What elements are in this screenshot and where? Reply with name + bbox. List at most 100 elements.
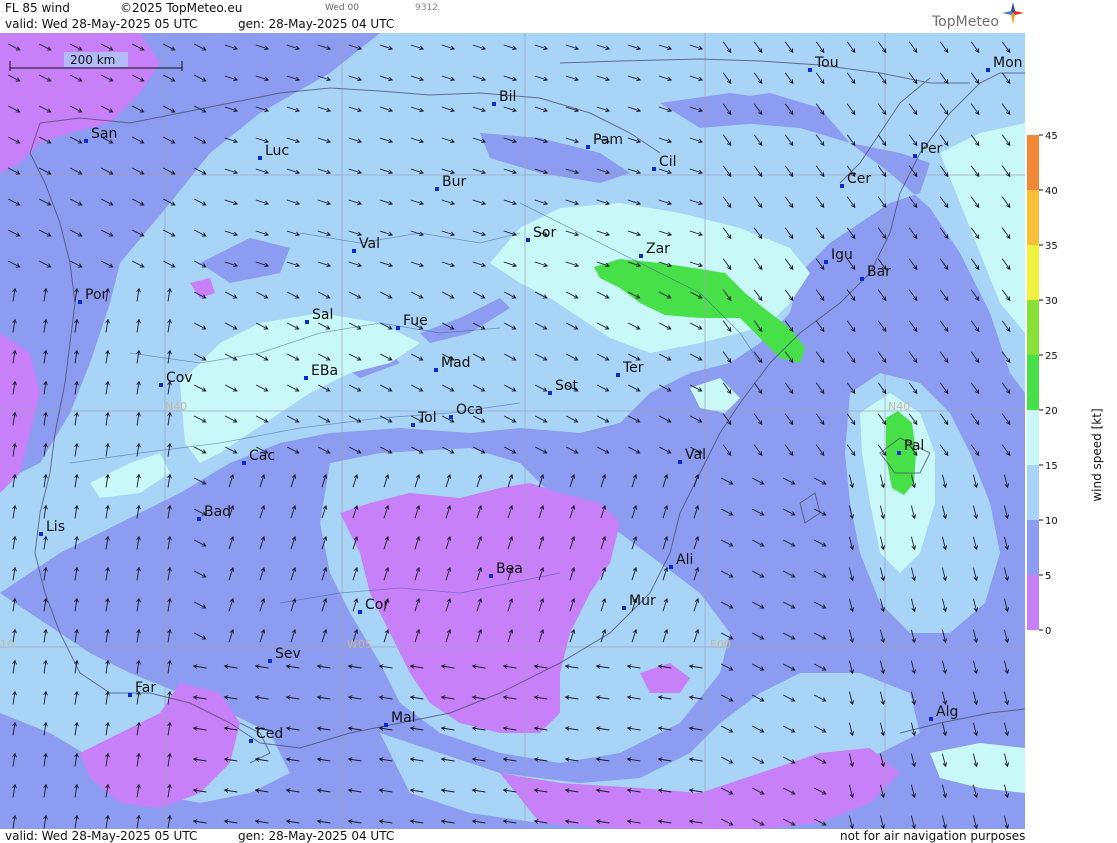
city-label: Fue	[403, 313, 428, 329]
city-marker	[352, 249, 356, 253]
legend-tick-label: 0	[1045, 626, 1051, 637]
city-label: Sor	[533, 225, 556, 241]
legend-swatch	[1027, 575, 1039, 630]
legend-tick-label: 35	[1045, 241, 1058, 252]
city-marker	[489, 574, 493, 578]
city-marker	[268, 659, 272, 663]
city-marker	[639, 254, 643, 258]
legend-tick-label: 5	[1045, 571, 1051, 582]
city-label: Pal	[904, 438, 924, 454]
city-marker	[824, 260, 828, 264]
city-marker	[492, 102, 496, 106]
city-marker	[526, 238, 530, 242]
legend-tick-label: 40	[1045, 186, 1058, 197]
legend-swatch	[1027, 245, 1039, 300]
city-label: Pam	[593, 132, 623, 148]
city-label: Tou	[814, 55, 839, 71]
scale-label: 200 km	[70, 53, 115, 67]
city-label: Oca	[456, 402, 483, 418]
city-marker	[78, 300, 82, 304]
city-label: Igu	[831, 247, 853, 263]
city-label: Tol	[417, 410, 437, 426]
city-marker	[305, 320, 309, 324]
city-label: Sev	[275, 646, 301, 662]
city-label: Sal	[312, 307, 333, 323]
city-marker	[434, 368, 438, 372]
city-marker	[929, 717, 933, 721]
city-marker	[622, 606, 626, 610]
city-marker	[548, 391, 552, 395]
city-label: Ter	[622, 360, 644, 376]
city-label: Lis	[46, 519, 65, 535]
city-marker	[913, 154, 917, 158]
run-code: 9312	[415, 3, 438, 13]
city-label: Mal	[391, 710, 416, 726]
city-marker	[304, 376, 308, 380]
city-marker	[860, 277, 864, 281]
header-bar: FL 85 wind ©2025 TopMeteo.eu Wed 00 9312…	[0, 0, 1025, 33]
legend-tick-label: 15	[1045, 461, 1058, 472]
city-label: Cil	[659, 154, 677, 170]
lon-label-w10: 10	[0, 638, 14, 651]
city-marker	[396, 326, 400, 330]
city-label: Luc	[265, 143, 289, 159]
city-marker	[84, 139, 88, 143]
legend-title: wind speed [kt]	[1090, 408, 1104, 501]
city-label: Ced	[256, 726, 283, 742]
lat-label-n40-east: N40	[888, 400, 910, 413]
city-label: Cac	[249, 448, 275, 464]
city-marker	[435, 187, 439, 191]
wind-map[interactable]: N40 N40 W05 E00 10 200 km San Luc Bil Pam Ci…	[0, 33, 1025, 829]
legend-tick-label: 30	[1045, 296, 1058, 307]
city-label: Bar	[867, 264, 891, 280]
city-marker	[808, 68, 812, 72]
city-marker	[258, 156, 262, 160]
footer-disclaimer: not for air navigation purposes	[840, 829, 1026, 843]
run-label: Wed 00	[325, 3, 359, 13]
city-label: Cer	[847, 171, 871, 187]
city-marker	[384, 723, 388, 727]
city-marker	[128, 693, 132, 697]
city-label: Zar	[646, 241, 670, 257]
legend-swatch	[1027, 190, 1039, 245]
city-label: Bur	[442, 174, 466, 190]
city-marker	[669, 565, 673, 569]
legend-tick-label: 20	[1045, 406, 1058, 417]
city-marker	[586, 145, 590, 149]
city-marker	[411, 423, 415, 427]
legend-tick-label: 45	[1045, 131, 1058, 142]
city-label: Per	[920, 141, 943, 157]
product-title: FL 85 wind	[5, 1, 70, 15]
city-label: Alg	[936, 704, 958, 720]
city-label: Bil	[499, 89, 516, 105]
wind-speed-legend: 45 40 35 30 25 20 15 10 5 0 wind speed [kt]	[1027, 131, 1104, 637]
city-marker	[197, 517, 201, 521]
footer-bar: valid: Wed 28-May-2025 05 UTC gen: 28-Ma…	[0, 829, 1025, 843]
legend-tick-label: 10	[1045, 516, 1058, 527]
copyright: ©2025 TopMeteo.eu	[120, 1, 243, 15]
city-marker	[249, 739, 253, 743]
city-label: Bad	[204, 504, 231, 520]
legend-swatch	[1027, 410, 1039, 465]
legend-swatch	[1027, 520, 1039, 575]
city-label: Mad	[441, 355, 471, 371]
city-marker	[986, 68, 990, 72]
legend-swatch	[1027, 300, 1039, 355]
city-marker	[358, 610, 362, 614]
lon-label-e00: E00	[710, 638, 731, 651]
city-marker	[242, 461, 246, 465]
lon-label-w05: W05	[347, 638, 372, 651]
lat-label-n40-west: N40	[165, 400, 187, 413]
city-label: Sot	[555, 378, 578, 394]
footer-valid-time: valid: Wed 28-May-2025 05 UTC	[5, 829, 198, 843]
city-label: Cov	[166, 370, 193, 386]
legend-tick-label: 25	[1045, 351, 1058, 362]
legend-swatch	[1027, 465, 1039, 520]
city-label: Far	[135, 680, 156, 696]
city-marker	[616, 373, 620, 377]
city-label: Ali	[676, 552, 693, 568]
city-label: Val	[359, 236, 380, 252]
city-label: Mon	[993, 55, 1023, 71]
gen-time: gen: 28-May-2025 04 UTC	[238, 17, 395, 31]
valid-time: valid: Wed 28-May-2025 05 UTC	[5, 17, 198, 31]
